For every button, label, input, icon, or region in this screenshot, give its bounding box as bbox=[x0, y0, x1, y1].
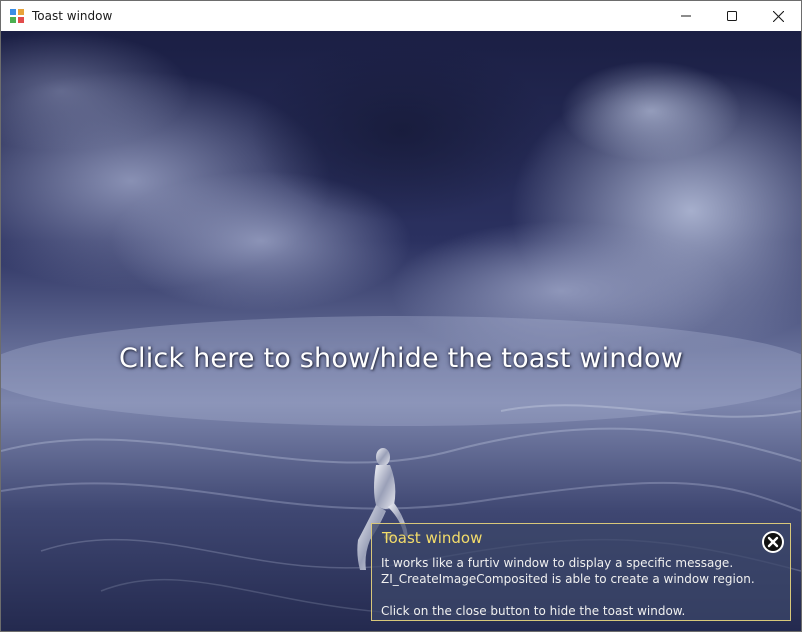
toast-message-line: ZI_CreateImageComposited is able to crea… bbox=[381, 572, 755, 586]
window-title: Toast window bbox=[32, 9, 113, 23]
close-icon bbox=[772, 10, 784, 22]
title-bar[interactable]: Toast window bbox=[1, 1, 801, 31]
toast-message-line: It works like a furtiv window to display… bbox=[381, 556, 734, 570]
app-window: Toast window Click here to show/hide the… bbox=[0, 0, 802, 632]
show-hide-toast-prompt[interactable]: Click here to show/hide the toast window bbox=[1, 343, 801, 374]
circle-close-icon[interactable] bbox=[761, 530, 785, 554]
maximize-icon bbox=[727, 11, 737, 21]
app-icon bbox=[10, 9, 24, 23]
toast-toggle-area[interactable]: Click here to show/hide the toast window… bbox=[1, 31, 801, 631]
close-button[interactable] bbox=[755, 1, 801, 31]
maximize-button[interactable] bbox=[709, 1, 755, 31]
minimize-icon bbox=[681, 15, 691, 17]
minimize-button[interactable] bbox=[663, 1, 709, 31]
toast-window: Toast window It works like a furtiv wind… bbox=[371, 523, 791, 621]
toast-title: Toast window bbox=[382, 529, 483, 547]
toast-message-line: Click on the close button to hide the to… bbox=[381, 604, 686, 618]
